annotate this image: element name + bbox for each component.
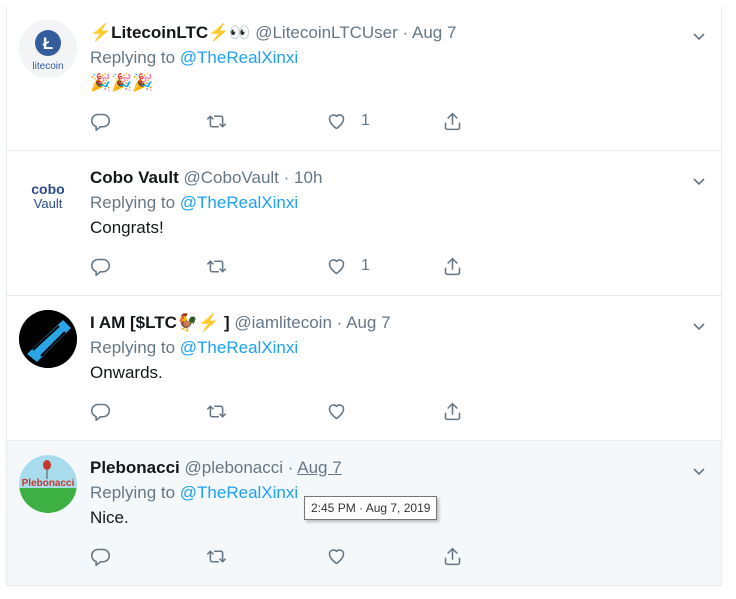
mention-link[interactable]: @TheRealXinxi	[180, 483, 298, 502]
reply-button[interactable]	[90, 399, 111, 423]
like-button[interactable]: 1	[326, 109, 370, 133]
chevron-down-icon[interactable]	[691, 173, 707, 189]
replying-to: Replying to @TheRealXinxi	[90, 193, 299, 212]
chevron-down-icon[interactable]	[691, 318, 707, 334]
share-icon	[444, 112, 461, 130]
share-button[interactable]	[442, 399, 463, 423]
share-button[interactable]	[442, 109, 463, 133]
chevron-down-icon[interactable]	[691, 28, 707, 44]
tweet[interactable]: cobo Vault Cobo Vault @CoboVault · 10h R…	[7, 151, 721, 296]
user-handle[interactable]: @plebonacci	[185, 458, 284, 477]
tweet-text: Onwards.	[90, 363, 163, 382]
share-button[interactable]	[442, 544, 463, 568]
avatar-logo-text: cobo	[31, 181, 64, 197]
like-icon	[328, 548, 345, 564]
timestamp-tooltip: 2:45 PM · Aug 7, 2019	[304, 496, 438, 520]
avatar[interactable]	[19, 310, 77, 368]
avatar-logo-text: Plebonacci	[22, 478, 75, 489]
svg-text:Ł: Ł	[43, 34, 53, 53]
avatar[interactable]: Ł litecoin	[19, 20, 77, 78]
mention-link[interactable]: @TheRealXinxi	[180, 338, 298, 357]
like-icon	[328, 113, 345, 129]
separator: ·	[283, 168, 290, 187]
reply-button[interactable]	[90, 544, 111, 568]
avatar-logo-text: litecoin	[32, 61, 63, 72]
separator: ·	[402, 23, 409, 42]
retweet-icon	[206, 114, 227, 128]
tweet-text: 🎉🎉🎉	[90, 73, 154, 92]
mention-link[interactable]: @TheRealXinxi	[180, 193, 298, 212]
avatar-logo-subtext: Vault	[34, 196, 63, 211]
share-icon	[444, 547, 461, 565]
retweet-button[interactable]	[206, 254, 227, 278]
user-handle[interactable]: @CoboVault	[184, 168, 279, 187]
tweet-header: ⚡LitecoinLTC⚡👀 @LitecoinLTCUser · Aug 7	[90, 22, 681, 44]
share-button[interactable]	[442, 254, 463, 278]
timestamp[interactable]: Aug 7	[297, 458, 341, 477]
retweet-button[interactable]	[206, 544, 227, 568]
separator: ·	[336, 313, 343, 332]
like-button[interactable]: 1	[326, 254, 370, 278]
retweet-button[interactable]	[206, 109, 227, 133]
mention-link[interactable]: @TheRealXinxi	[180, 48, 298, 67]
avatar[interactable]: Plebonacci	[19, 455, 77, 513]
replying-to: Replying to @TheRealXinxi	[90, 48, 299, 67]
reply-icon	[90, 258, 111, 276]
timestamp[interactable]: Aug 7	[346, 313, 390, 332]
display-name[interactable]: ⚡LitecoinLTC⚡👀	[90, 23, 250, 42]
reply-icon	[90, 403, 111, 421]
user-handle[interactable]: @LitecoinLTCUser	[255, 23, 398, 42]
avatar[interactable]: cobo Vault	[19, 165, 77, 223]
timestamp[interactable]: 10h	[294, 168, 322, 187]
reply-icon	[90, 113, 111, 131]
tweet-text: Congrats!	[90, 218, 164, 237]
reply-button[interactable]	[90, 254, 111, 278]
tweet-header: Plebonacci @plebonacci · Aug 7	[90, 457, 681, 479]
display-name[interactable]: I AM [$LTC🐓⚡ ]	[90, 313, 230, 332]
like-count: 1	[361, 112, 370, 129]
display-name[interactable]: Cobo Vault	[90, 168, 179, 187]
retweet-icon	[206, 549, 227, 563]
tweet-header: Cobo Vault @CoboVault · 10h	[90, 167, 681, 189]
retweet-button[interactable]	[206, 399, 227, 423]
replying-to: Replying to @TheRealXinxi	[90, 338, 299, 357]
retweet-icon	[206, 404, 227, 418]
tweet[interactable]: I AM [$LTC🐓⚡ ] @iamlitecoin · Aug 7 Repl…	[7, 296, 721, 441]
display-name[interactable]: Plebonacci	[90, 458, 180, 477]
share-icon	[444, 402, 461, 420]
reply-button[interactable]	[90, 109, 111, 133]
like-button[interactable]	[326, 399, 361, 423]
tweet-header: I AM [$LTC🐓⚡ ] @iamlitecoin · Aug 7	[90, 312, 681, 334]
retweet-icon	[206, 259, 227, 273]
like-icon	[328, 258, 345, 274]
like-button[interactable]	[326, 544, 361, 568]
like-count: 1	[361, 257, 370, 274]
share-icon	[444, 257, 461, 275]
timestamp[interactable]: Aug 7	[412, 23, 456, 42]
like-icon	[328, 403, 345, 419]
reply-icon	[90, 548, 111, 566]
user-handle[interactable]: @iamlitecoin	[234, 313, 332, 332]
chevron-down-icon[interactable]	[691, 463, 707, 479]
tweet[interactable]: Ł litecoin ⚡LitecoinLTC⚡👀 @LitecoinLTCUs…	[7, 6, 721, 151]
separator: ·	[287, 458, 294, 477]
